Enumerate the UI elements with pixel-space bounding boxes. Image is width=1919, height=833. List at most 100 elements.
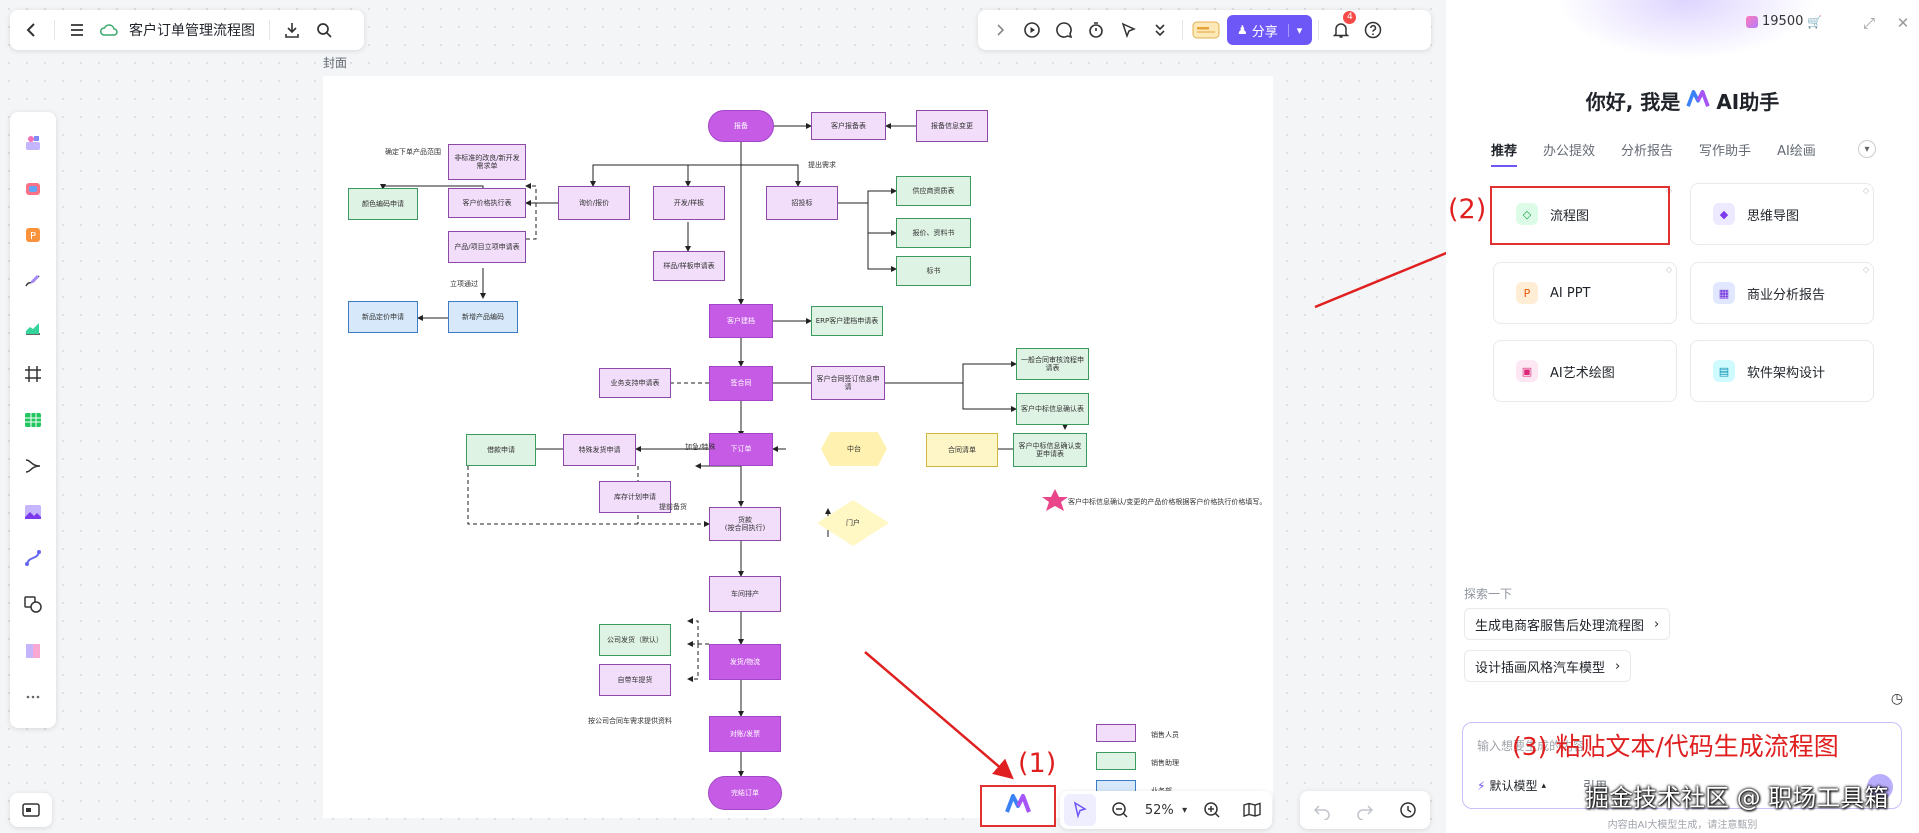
card-software-architecture[interactable]: ▤ 软件架构设计: [1690, 340, 1874, 402]
comment-icon[interactable]: [1048, 14, 1080, 46]
flow-node[interactable]: 货款 (按合同执行): [709, 507, 781, 541]
card-business-report[interactable]: ▦ 商业分析报告 ◇: [1690, 262, 1874, 324]
card-ai-ppt[interactable]: P AI PPT ◇: [1493, 262, 1677, 324]
table-icon[interactable]: [16, 403, 50, 437]
clock-icon[interactable]: ◷: [1887, 689, 1907, 709]
zoom-out-icon[interactable]: [1104, 794, 1136, 826]
points-balance[interactable]: 19500 🛒: [1746, 14, 1822, 29]
share-button[interactable]: ♟ 分享 ▾: [1227, 15, 1313, 45]
tab-office[interactable]: 办公提效: [1543, 140, 1595, 167]
bell-icon[interactable]: 4: [1325, 11, 1357, 46]
flow-node[interactable]: 客户中标信息确认变更申请表: [1013, 433, 1087, 467]
present-icon[interactable]: [1016, 14, 1048, 46]
flow-node[interactable]: 新品定价申请: [348, 301, 418, 333]
suggestion-item[interactable]: 设计插画风格汽车模型 ›: [1464, 650, 1632, 682]
flow-node[interactable]: 非标准的改良/新开发 需求单: [448, 144, 526, 180]
chevron-down-icon[interactable]: ▾: [1182, 805, 1187, 816]
card-ai-art[interactable]: ▣ AI艺术绘图: [1493, 340, 1677, 402]
shape-icon[interactable]: [16, 587, 50, 621]
sticky-note-icon[interactable]: [16, 634, 50, 668]
flow-node[interactable]: 报备: [708, 110, 774, 142]
template-icon[interactable]: [1189, 14, 1223, 46]
flow-node[interactable]: 一般合同审核流程申请表: [1016, 348, 1089, 380]
flowchart-frame[interactable]: 报备 客户报备表 报备信息变更 非标准的改良/新开发 需求单 客户价格执行表 产…: [323, 76, 1273, 818]
flow-node[interactable]: 报备信息变更: [916, 110, 988, 142]
flow-node[interactable]: 特殊发货申请: [563, 434, 636, 466]
flow-node[interactable]: 业务支持申请表: [599, 368, 671, 398]
image-icon[interactable]: [16, 495, 50, 529]
search-icon[interactable]: [308, 14, 340, 46]
zoom-in-icon[interactable]: [1196, 794, 1228, 826]
flow-node[interactable]: 报价、资料书: [896, 218, 971, 248]
zoom-level[interactable]: 52%: [1145, 803, 1174, 818]
ai-assistant-button[interactable]: [980, 785, 1056, 827]
chart-icon[interactable]: [16, 311, 50, 345]
flow-node[interactable]: 签合同: [709, 366, 773, 401]
card-label: 软件架构设计: [1747, 365, 1826, 381]
history-icon[interactable]: [1392, 794, 1424, 826]
chevron-down-icon[interactable]: ▾: [1287, 23, 1302, 37]
redo-icon[interactable]: [1349, 794, 1381, 826]
flow-node[interactable]: 借款申请: [466, 434, 536, 466]
reading-mode-icon[interactable]: [1236, 794, 1268, 826]
flow-node[interactable]: 中台: [821, 432, 887, 466]
flow-node[interactable]: 发货/物流: [709, 644, 781, 680]
flow-node[interactable]: 客户合同签订信息申请: [811, 366, 885, 400]
model-selector[interactable]: ⚡ 默认模型 ▴: [1477, 777, 1546, 794]
help-icon[interactable]: [1357, 14, 1389, 46]
tab-analysis[interactable]: 分析报告: [1621, 140, 1673, 167]
art-icon: ▣: [1516, 360, 1538, 382]
flow-node[interactable]: 样品/样板申请表: [653, 251, 725, 281]
flow-node[interactable]: 客户报备表: [811, 112, 886, 140]
tab-writing[interactable]: 写作助手: [1699, 140, 1751, 167]
flow-node[interactable]: 客户价格执行表: [448, 188, 526, 218]
expand-icon[interactable]: ⤢: [1858, 12, 1880, 34]
more-icon[interactable]: [16, 680, 50, 714]
double-chevron-down-icon[interactable]: [1144, 14, 1176, 46]
frame-label[interactable]: 封面: [323, 54, 347, 71]
tab-ai-drawing[interactable]: AI绘画: [1777, 140, 1816, 167]
connector-icon[interactable]: [16, 541, 50, 575]
flow-node[interactable]: 标书: [896, 256, 971, 286]
flow-node[interactable]: 招投标: [766, 186, 838, 220]
flow-node[interactable]: 询价/报价: [558, 186, 630, 220]
pen-icon[interactable]: [16, 264, 50, 298]
minimap-button[interactable]: [10, 793, 52, 827]
close-icon[interactable]: ✕: [1892, 12, 1914, 34]
flow-node[interactable]: 合同清单: [926, 433, 998, 467]
flow-node[interactable]: 下订单: [709, 433, 773, 466]
chevron-right-icon[interactable]: [984, 14, 1016, 46]
flow-node[interactable]: 供应商资质表: [896, 176, 971, 206]
card-mindmap[interactable]: ◆ 思维导图 ◇: [1690, 183, 1874, 245]
flow-node[interactable]: 客户中标信息确认表: [1016, 393, 1089, 425]
tab-recommended[interactable]: 推荐: [1491, 140, 1518, 167]
download-icon[interactable]: [276, 14, 308, 46]
ppt-icon[interactable]: P: [16, 218, 50, 252]
chevron-down-icon[interactable]: ▾: [1858, 140, 1876, 158]
frame-icon[interactable]: [16, 357, 50, 391]
flow-node[interactable]: 对账/发票: [709, 716, 781, 752]
flow-node[interactable]: 产品/项目立项申请表: [448, 231, 526, 263]
shapes-library-icon[interactable]: [16, 126, 50, 160]
flow-node[interactable]: 新增产品编码: [448, 301, 518, 333]
back-icon[interactable]: [16, 14, 48, 46]
document-title[interactable]: 客户订单管理流程图: [129, 20, 255, 40]
flow-node[interactable]: 自带车提货: [599, 664, 671, 696]
menu-icon[interactable]: [61, 14, 93, 46]
flow-node[interactable]: 开发/样板: [653, 186, 725, 220]
flow-node[interactable]: 车间排产: [709, 576, 781, 612]
undo-icon[interactable]: [1306, 794, 1338, 826]
timer-icon[interactable]: [1080, 14, 1112, 46]
flow-node[interactable]: 颜色编码申请: [348, 188, 418, 220]
suggestion-item[interactable]: 生成电商客服售后处理流程图 ›: [1464, 608, 1671, 640]
select-cursor-icon[interactable]: [1064, 794, 1096, 826]
mindmap-icon[interactable]: [16, 449, 50, 483]
laser-pointer-icon[interactable]: [1112, 14, 1144, 46]
top-left-toolbar: 客户订单管理流程图: [10, 10, 364, 50]
flow-node[interactable]: ERP客户建档申请表: [811, 306, 883, 336]
component-library-icon[interactable]: [16, 172, 50, 206]
flow-node[interactable]: 客户建档: [709, 304, 773, 338]
cart-icon: 🛒: [1807, 14, 1823, 29]
flow-node[interactable]: 公司发货（默认）: [599, 624, 671, 656]
flow-node[interactable]: 完结订单: [708, 776, 782, 810]
